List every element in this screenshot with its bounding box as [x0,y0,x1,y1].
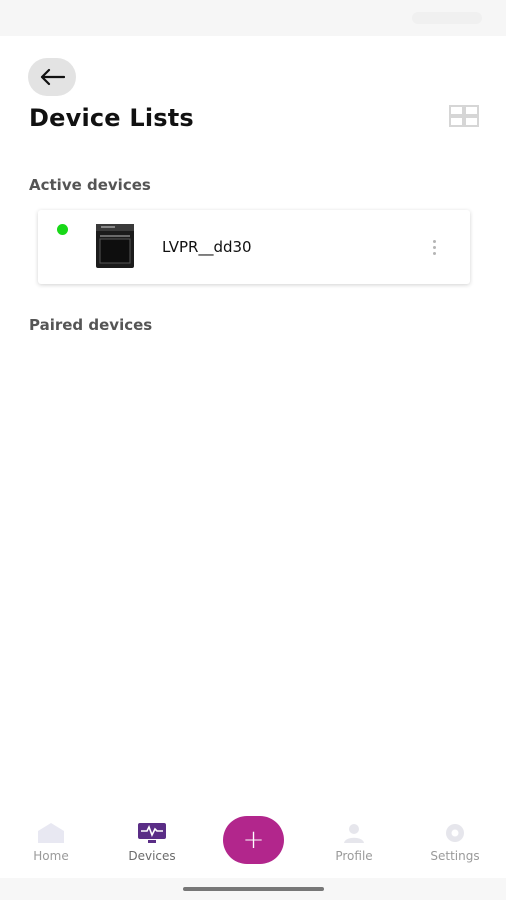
nav-devices[interactable]: Devices [112,822,192,872]
more-vertical-icon [432,239,436,243]
nav-settings-label: Settings [430,849,480,863]
device-name: LVPR__dd30 [162,238,252,256]
device-card[interactable]: LVPR__dd30 [38,210,470,284]
back-button[interactable] [28,58,76,96]
nav-profile-label: Profile [335,849,373,863]
profile-icon [344,824,364,843]
settings-gear-icon [446,824,464,842]
nav-home[interactable]: Home [11,822,91,872]
plus-icon: + [242,825,265,855]
online-status-dot [57,224,68,235]
grid-view-icon [449,105,479,127]
home-gesture-bar[interactable] [183,887,324,891]
status-bar [0,0,506,36]
page-title: Device Lists [29,104,194,132]
devices-monitor-icon [138,823,166,843]
nav-settings[interactable]: Settings [415,822,495,872]
nav-home-label: Home [33,849,69,863]
add-device-button[interactable]: + [223,816,284,864]
grid-view-toggle[interactable] [449,105,479,127]
status-icons [412,12,482,24]
active-devices-heading: Active devices [29,176,151,194]
more-options-button[interactable] [424,234,444,260]
home-icon [38,823,64,843]
arrow-left-icon [40,68,65,86]
paired-devices-heading: Paired devices [29,316,153,334]
nav-devices-label: Devices [128,849,176,863]
nav-profile[interactable]: Profile [314,822,394,872]
oven-device-image [95,223,135,269]
